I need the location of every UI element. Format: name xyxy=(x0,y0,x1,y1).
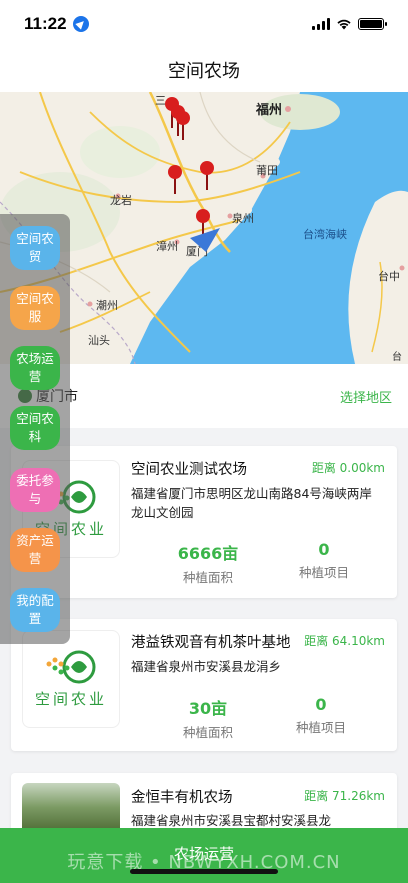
status-time: 11:22 xyxy=(24,14,67,33)
planting-projects-label: 种植项目 xyxy=(295,720,346,735)
status-bar: 11:22 xyxy=(0,0,408,48)
farm-distance: 距离 71.26km xyxy=(304,789,385,803)
select-region-button[interactable]: 选择地区 xyxy=(340,387,392,406)
map-label-sanming: 三 xyxy=(155,94,166,107)
cellular-signal-icon xyxy=(312,18,330,30)
map-label-zhangzhou: 漳州 xyxy=(156,239,178,253)
kongjian-logo-icon xyxy=(46,650,96,683)
map-label-taichung: 台中 xyxy=(378,269,400,283)
map-label-shantou: 汕头 xyxy=(88,334,110,347)
farm-name: 港益铁观音有机茶叶基地 xyxy=(131,635,291,651)
farm-address: 福建省厦门市思明区龙山南路84号海峡两岸龙山文创园 xyxy=(131,486,372,520)
home-indicator xyxy=(130,869,278,874)
planting-projects-stat: 0 种植项目 xyxy=(266,695,376,736)
planting-area-stat: 30亩 种植面积 xyxy=(153,695,263,741)
location-arrow-icon xyxy=(72,16,89,32)
side-menu: 空间农贸 空间农服 农场运营 空间农科 委托参与 资产运营 我的配置 xyxy=(0,214,70,644)
planting-area-stat: 6666亩 种植面积 xyxy=(153,540,263,586)
farm-logo: 空间农业 xyxy=(22,630,120,728)
side-menu-item-nongke[interactable]: 空间农科 xyxy=(10,406,60,450)
map-label-putian: 莆田 xyxy=(256,164,278,177)
side-menu-item-my-config[interactable]: 我的配置 xyxy=(10,588,60,632)
farm-address: 福建省泉州市安溪县龙涓乡 xyxy=(131,659,282,674)
map-label-taiwan-strait: 台湾海峡 xyxy=(303,227,347,241)
planting-area-label: 种植面积 xyxy=(182,570,233,585)
planting-projects-value: 0 xyxy=(315,695,327,714)
farm-name: 金恒丰有机农场 xyxy=(131,790,233,806)
side-menu-item-farm-operation[interactable]: 农场运营 xyxy=(10,346,60,390)
planting-projects-label: 种植项目 xyxy=(298,565,349,580)
status-indicators xyxy=(312,18,387,30)
planting-area-value: 6666亩 xyxy=(177,544,239,563)
planting-projects-value: 0 xyxy=(318,540,330,559)
map-label-longyan: 龙岩 xyxy=(110,193,132,207)
farm-distance: 距离 0.00km xyxy=(311,461,385,475)
battery-icon xyxy=(358,18,387,30)
page-title: 空间农场 xyxy=(168,61,240,82)
map-label-chaozhou: 潮州 xyxy=(96,298,118,312)
planting-area-value: 30亩 xyxy=(188,699,228,718)
map-label-quanzhou: 泉州 xyxy=(232,211,254,225)
planting-area-label: 种植面积 xyxy=(182,725,233,740)
side-menu-item-nongfu[interactable]: 空间农服 xyxy=(10,286,60,330)
logo-text: 空间农业 xyxy=(34,689,107,708)
farm-name: 空间农业测试农场 xyxy=(131,462,247,478)
navigation-bar: 空间农场 xyxy=(0,48,408,92)
map-label-fuzhou: 福州 xyxy=(255,102,282,118)
side-menu-item-asset-operation[interactable]: 资产运营 xyxy=(10,528,60,572)
planting-projects-stat: 0 种植项目 xyxy=(269,540,379,581)
side-menu-item-nongmao[interactable]: 空间农贸 xyxy=(10,226,60,270)
farm-distance: 距离 64.10km xyxy=(304,634,385,648)
wifi-icon xyxy=(337,19,351,30)
side-menu-item-entrust[interactable]: 委托参与 xyxy=(10,468,60,512)
map-label-taibei: 台 xyxy=(392,350,402,363)
